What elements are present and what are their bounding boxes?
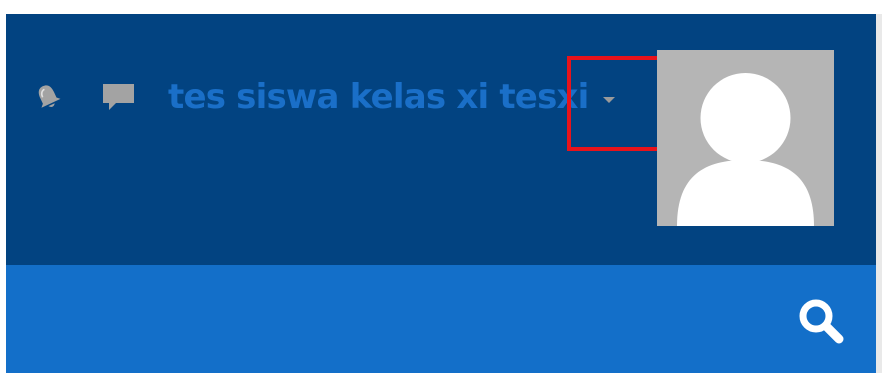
user-name[interactable]: tes siswa kelas xi tesxi	[168, 80, 589, 114]
navbar	[6, 265, 876, 373]
page-edge	[876, 14, 882, 373]
avatar[interactable]	[657, 50, 834, 226]
screenshot-frame: tes siswa kelas xi tesxi	[0, 0, 882, 386]
bell-icon[interactable]	[33, 82, 63, 112]
chat-bubble-icon[interactable]	[101, 82, 136, 112]
user-menu-toggle[interactable]: tes siswa kelas xi tesxi	[168, 72, 615, 122]
caret-down-icon[interactable]	[602, 97, 615, 103]
user-silhouette-icon	[677, 73, 814, 226]
search-icon[interactable]	[795, 295, 847, 347]
